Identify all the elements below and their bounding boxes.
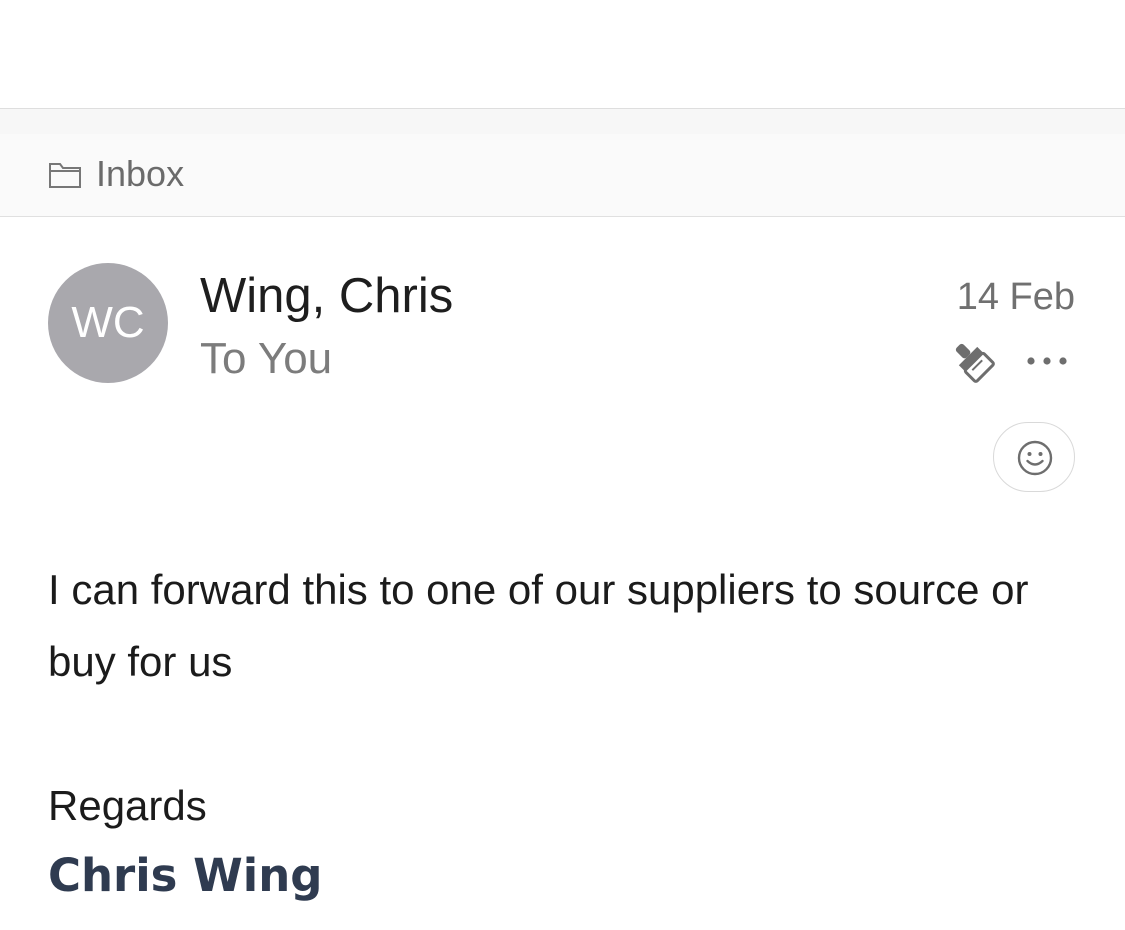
message-closing: Regards bbox=[48, 782, 207, 829]
top-blank-area bbox=[0, 0, 1125, 108]
add-reaction-button[interactable] bbox=[993, 422, 1075, 492]
folder-label[interactable]: Inbox bbox=[96, 150, 184, 198]
sender-name[interactable]: Wing, Chris bbox=[200, 268, 453, 324]
sender-avatar[interactable]: WC bbox=[48, 263, 168, 383]
smiley-icon bbox=[1017, 440, 1053, 476]
folder-icon bbox=[49, 163, 81, 188]
message-body: I can forward this to one of our supplie… bbox=[48, 566, 1029, 685]
message-signature: Chris Wing bbox=[48, 849, 323, 902]
header-divider bbox=[0, 108, 1125, 135]
more-horizontal-icon[interactable] bbox=[1024, 350, 1070, 372]
recipient-line[interactable]: To You bbox=[200, 333, 332, 385]
paintbrush-icon[interactable] bbox=[948, 336, 998, 386]
message-date: 14 Feb bbox=[956, 276, 1075, 318]
